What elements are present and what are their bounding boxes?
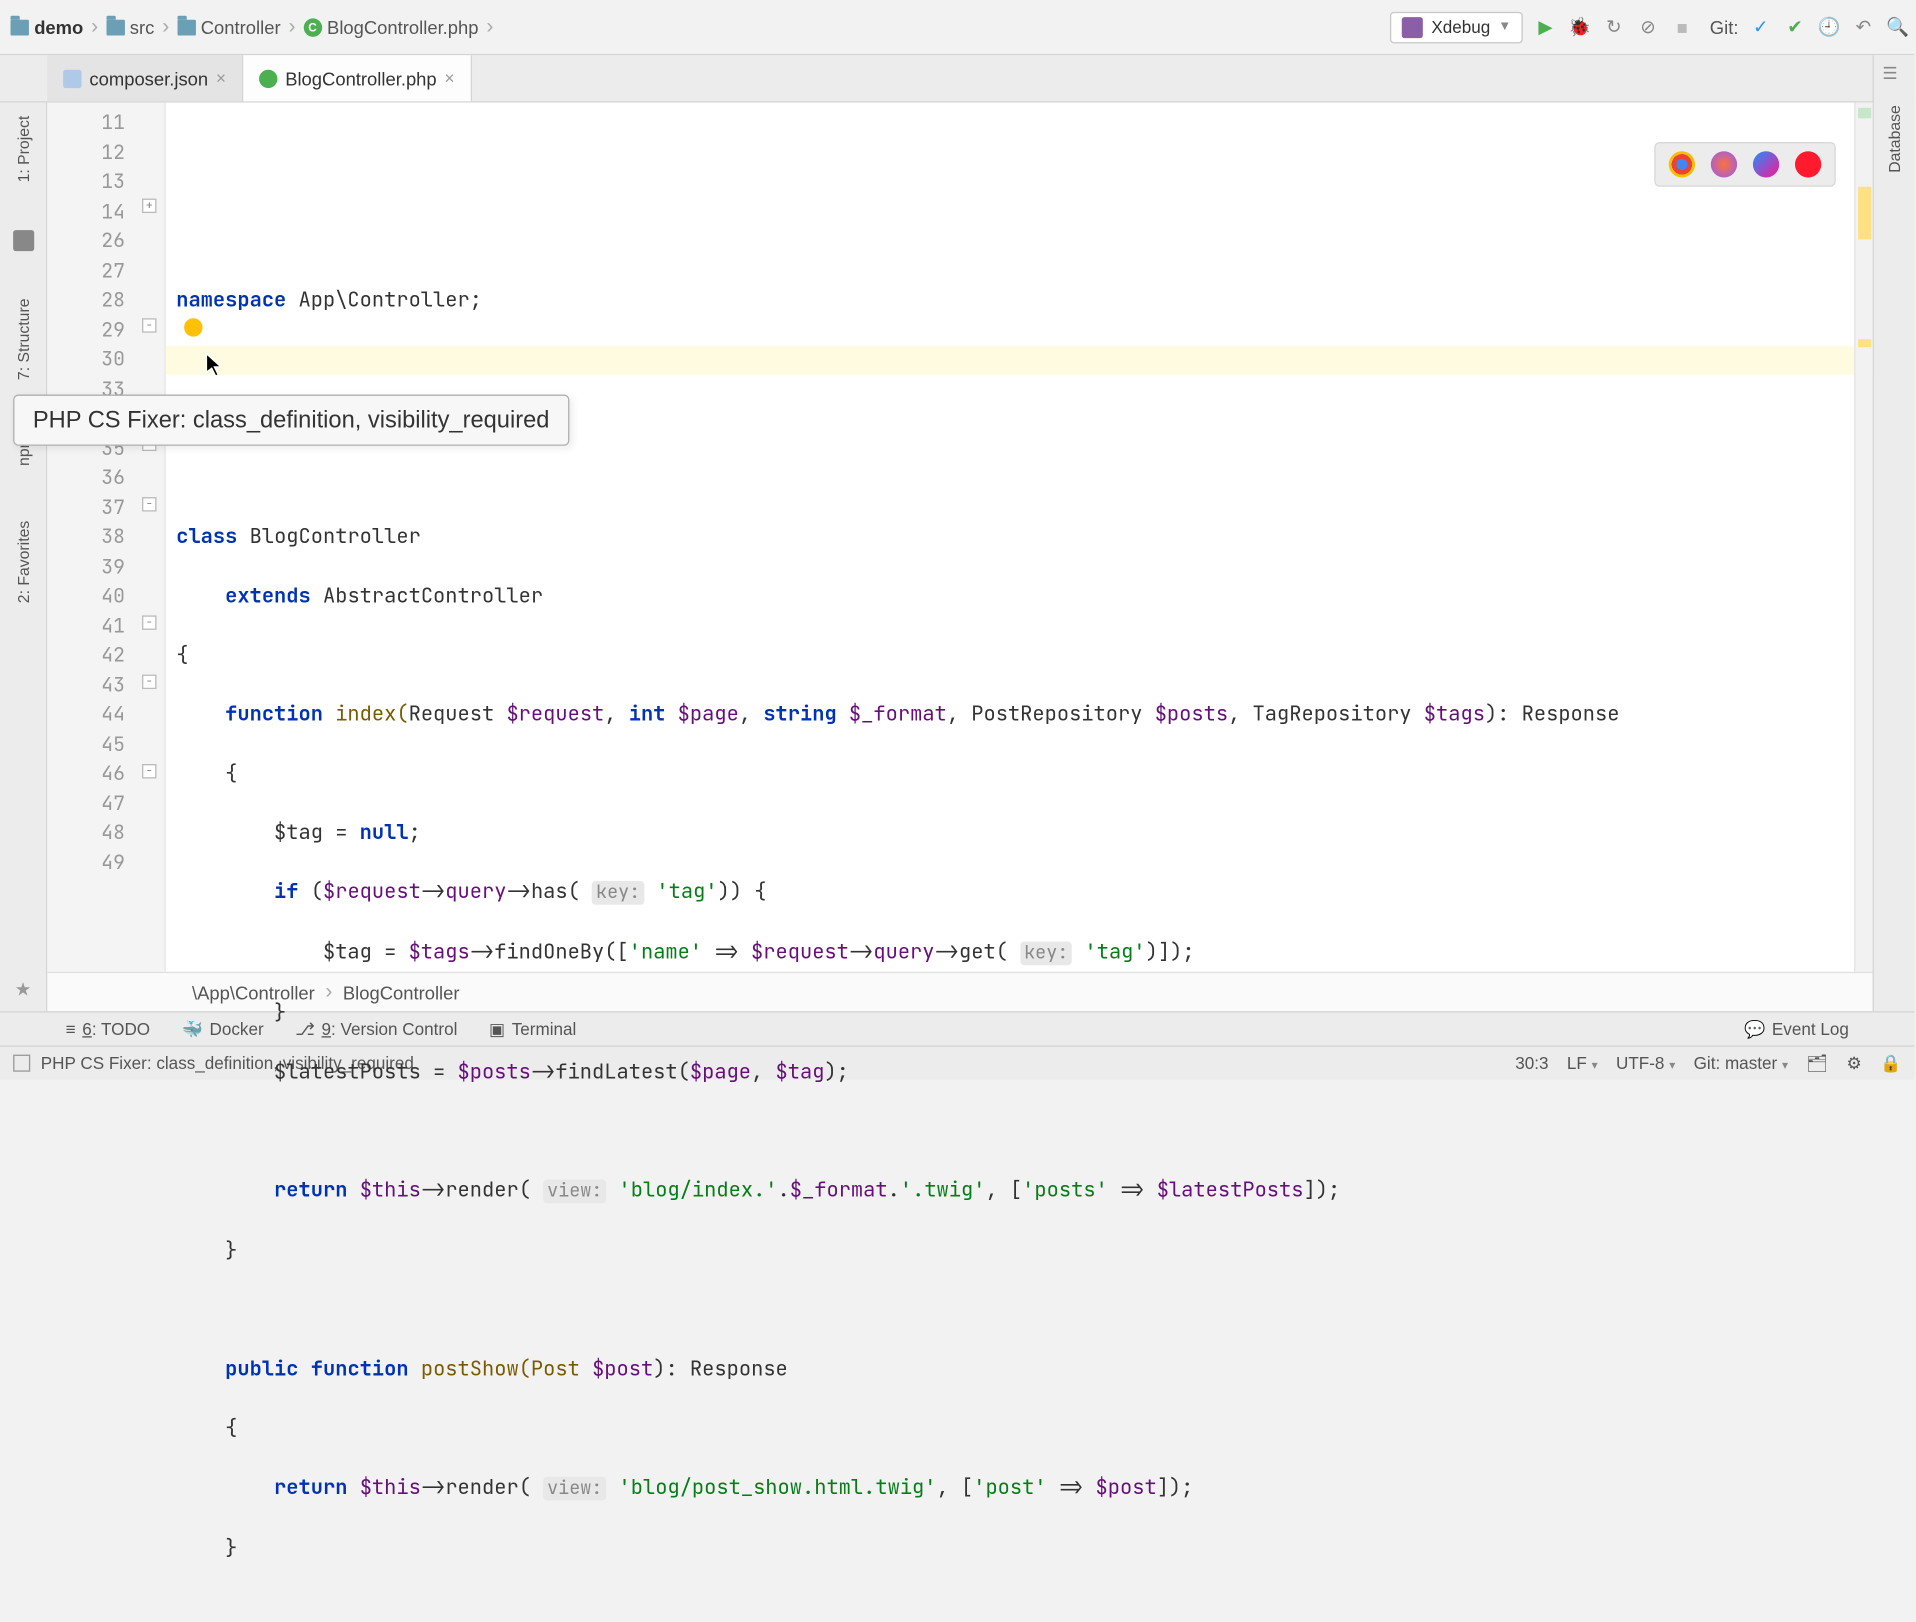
line-number: 36 xyxy=(47,463,125,493)
tool-database[interactable]: Database xyxy=(1882,97,1906,180)
php-icon xyxy=(1402,16,1423,37)
line-number: 46 xyxy=(47,759,125,789)
line-number: 48 xyxy=(47,818,125,848)
tab-blogcontroller[interactable]: BlogController.php × xyxy=(243,55,472,101)
breadcrumb-file-label: BlogController.php xyxy=(327,16,478,37)
star-icon[interactable]: ★ xyxy=(15,978,32,1000)
code-area[interactable]: namespace App\Controller; use ... class … xyxy=(166,103,1873,972)
fold-icon[interactable]: - xyxy=(142,497,156,511)
opera-icon[interactable] xyxy=(1795,151,1821,177)
class-icon: C xyxy=(303,18,321,36)
tool-favorites[interactable]: 2: Favorites xyxy=(11,513,35,611)
line-number: 13 xyxy=(47,167,125,197)
file-icon[interactable] xyxy=(12,230,33,251)
git-label: Git: xyxy=(1710,16,1739,37)
run-icon[interactable]: ▶ xyxy=(1534,15,1558,39)
folder-icon xyxy=(177,19,195,35)
fold-icon[interactable]: + xyxy=(142,199,156,213)
line-number: 29 xyxy=(47,315,125,345)
safari-icon[interactable] xyxy=(1753,151,1779,177)
line-number: 40 xyxy=(47,581,125,611)
inspection-tooltip: PHP CS Fixer: class_definition, visibili… xyxy=(13,395,569,446)
breadcrumb: demo › src › Controller › C BlogControll… xyxy=(5,14,1390,40)
tool-project[interactable]: 1: Project xyxy=(11,108,35,190)
search-icon[interactable]: 🔍 xyxy=(1886,15,1910,39)
line-number: 41 xyxy=(47,611,125,641)
folder-icon xyxy=(11,19,29,35)
toolbar-right: Xdebug ▼ ▶ 🐞 ↻ ⊘ ■ Git: ✓ ✔ 🕘 ↶ 🔍 xyxy=(1391,11,1910,43)
lock-icon[interactable]: 🔒 xyxy=(1880,1053,1901,1074)
chevron-right-icon: › xyxy=(288,15,295,39)
database-icon[interactable]: ☰ xyxy=(1882,63,1906,87)
tool-window-toggle-icon[interactable] xyxy=(13,1055,30,1072)
breadcrumb-src-label: src xyxy=(130,16,155,37)
line-number: 26 xyxy=(47,226,125,256)
tool-structure[interactable]: 7: Structure xyxy=(11,290,35,387)
line-number: 37 xyxy=(47,492,125,522)
chevron-right-icon: › xyxy=(162,15,169,39)
firefox-icon[interactable] xyxy=(1711,151,1737,177)
stop-icon[interactable]: ■ xyxy=(1670,15,1694,39)
line-number: 49 xyxy=(47,848,125,878)
profile-icon[interactable]: ⊘ xyxy=(1636,15,1660,39)
tab-label: composer.json xyxy=(89,68,208,89)
run-config-label: Xdebug xyxy=(1431,17,1490,37)
class-icon xyxy=(259,69,277,87)
line-number: 38 xyxy=(47,522,125,552)
mouse-cursor xyxy=(205,352,223,378)
chevron-right-icon: › xyxy=(91,15,98,39)
inspection-ok-marker xyxy=(1858,108,1871,119)
line-number: 45 xyxy=(47,729,125,759)
code-editor[interactable]: 11 12 13 14 26 27 28 29 30 33 34 35 36 3… xyxy=(47,103,1872,972)
debug-icon[interactable]: 🐞 xyxy=(1568,15,1592,39)
navigation-bar: demo › src › Controller › C BlogControll… xyxy=(0,0,1915,55)
line-number: 30 xyxy=(47,345,125,375)
history-icon[interactable]: 🕘 xyxy=(1817,15,1841,39)
line-number: 14 xyxy=(47,197,125,227)
fold-icon[interactable]: - xyxy=(142,764,156,778)
json-file-icon xyxy=(63,69,81,87)
breadcrumb-root-label: demo xyxy=(34,16,83,37)
breadcrumb-root[interactable]: demo xyxy=(5,14,88,40)
line-number: 42 xyxy=(47,640,125,670)
gutter: 11 12 13 14 26 27 28 29 30 33 34 35 36 3… xyxy=(47,103,165,972)
open-in-browser-panel xyxy=(1654,142,1835,187)
tab-composer-json[interactable]: composer.json × xyxy=(47,55,243,101)
breadcrumb-file[interactable]: C BlogController.php xyxy=(298,14,484,40)
chrome-icon[interactable] xyxy=(1669,151,1695,177)
fold-icon[interactable]: - xyxy=(142,675,156,689)
line-number: 47 xyxy=(47,788,125,818)
run-config-selector[interactable]: Xdebug ▼ xyxy=(1391,11,1523,43)
right-tool-strip: ☰ Database xyxy=(1873,55,1915,1011)
editor-tabs: composer.json × BlogController.php × xyxy=(0,55,1915,102)
breadcrumb-folder-label: Controller xyxy=(201,16,281,37)
line-number: 39 xyxy=(47,552,125,582)
tab-label: BlogController.php xyxy=(285,68,436,89)
close-icon[interactable]: × xyxy=(445,68,455,88)
tooltip-text: PHP CS Fixer: class_definition, visibili… xyxy=(33,406,550,432)
revert-icon[interactable]: ↶ xyxy=(1852,15,1876,39)
line-number: 12 xyxy=(47,137,125,167)
chevron-right-icon: › xyxy=(486,15,493,39)
fold-icon[interactable]: - xyxy=(142,318,156,332)
folder-icon xyxy=(106,19,124,35)
intention-bulb-icon[interactable] xyxy=(184,318,202,336)
line-number: 43 xyxy=(47,670,125,700)
close-icon[interactable]: × xyxy=(216,68,226,88)
line-number: 44 xyxy=(47,700,125,730)
fold-icon[interactable]: - xyxy=(142,615,156,629)
line-number: 28 xyxy=(47,285,125,315)
coverage-icon[interactable]: ↻ xyxy=(1602,15,1626,39)
left-tool-strip: 1: Project 7: Structure npm 2: Favorites… xyxy=(0,103,47,1012)
breadcrumb-controller[interactable]: Controller xyxy=(172,14,286,40)
commit-icon[interactable]: ✔ xyxy=(1783,15,1807,39)
update-project-icon[interactable]: ✓ xyxy=(1749,15,1773,39)
breadcrumb-src[interactable]: src xyxy=(101,14,160,40)
line-number: 11 xyxy=(47,108,125,138)
tool-todo[interactable]: ≡ 6: TODO xyxy=(66,1019,150,1039)
line-number: 27 xyxy=(47,256,125,286)
chevron-down-icon: ▼ xyxy=(1498,20,1511,34)
